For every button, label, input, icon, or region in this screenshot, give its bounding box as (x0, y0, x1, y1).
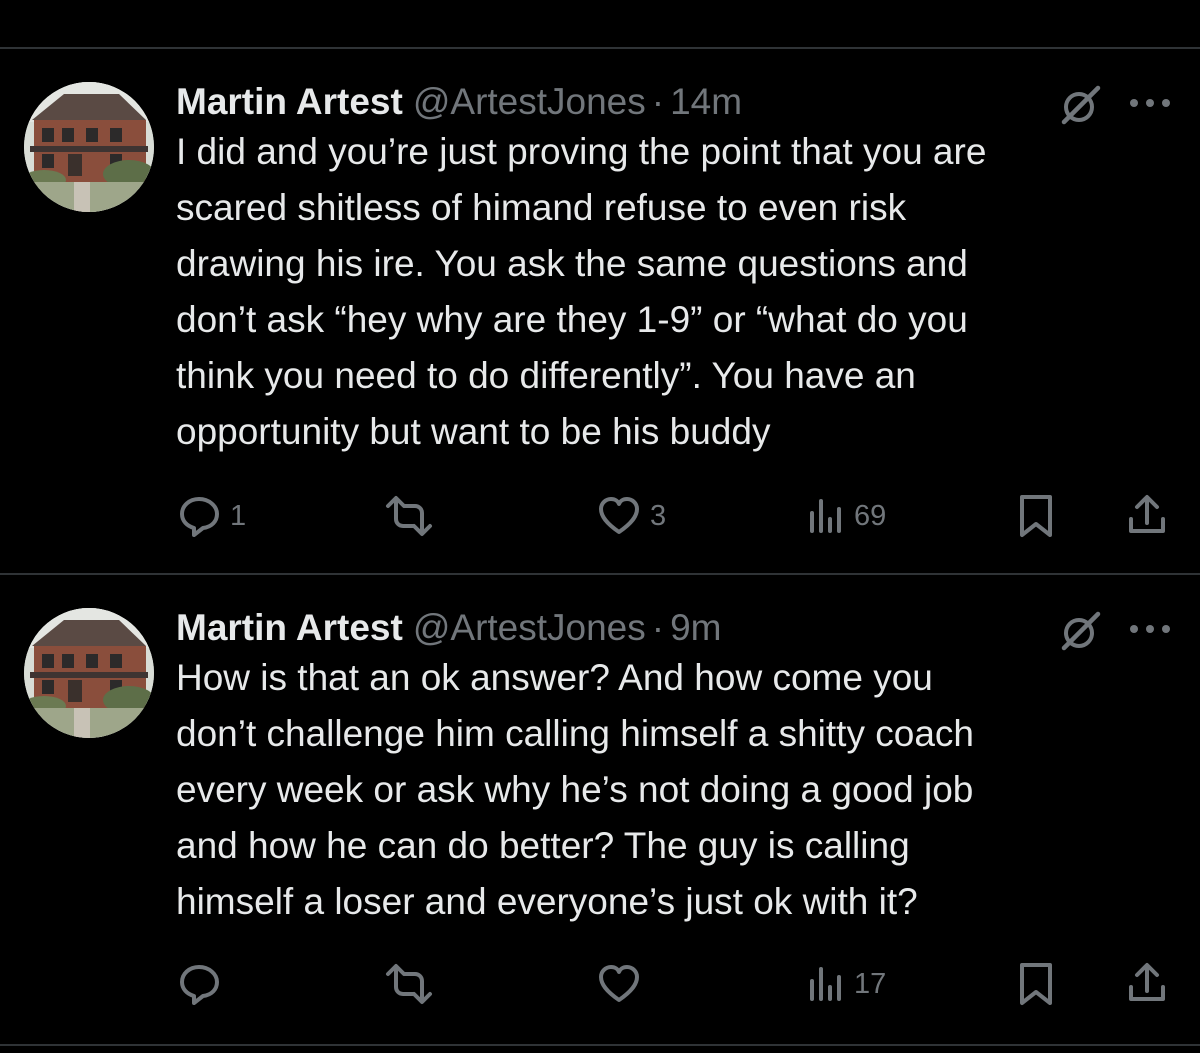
views-count: 69 (854, 499, 887, 532)
like-icon (599, 965, 639, 1002)
tweet-text-line: How is that an ok answer? And how come y… (176, 657, 933, 698)
tweet-text-line: don’t challenge him calling himself a sh… (176, 713, 974, 754)
tweet-text: How is that an ok answer? And how come y… (176, 650, 1176, 930)
reply-icon (180, 965, 219, 1005)
tweet-text-line: think you need to do differently”. You h… (176, 355, 916, 396)
tweet[interactable]: Martin Artest @ArtestJones · 9m How is t… (0, 604, 1200, 1024)
tweet-text-line: opportunity but want to be his buddy (176, 411, 771, 452)
bookmark-button[interactable] (1016, 491, 1056, 541)
repost-button[interactable] (384, 959, 442, 1009)
reply-button[interactable]: 1 (176, 491, 246, 541)
tweet-text-line: himself a loser and everyone’s just ok w… (176, 881, 918, 922)
reply-icon (180, 497, 219, 537)
repost-button[interactable] (384, 491, 442, 541)
share-button[interactable] (1126, 491, 1168, 541)
like-icon (599, 497, 639, 534)
author-handle[interactable]: @ArtestJones (413, 607, 646, 649)
views-button[interactable]: 17 (806, 959, 886, 1009)
views-icon (810, 967, 841, 1001)
timestamp[interactable]: 9m (670, 607, 721, 649)
tweet-header: Martin Artest @ArtestJones · 14m (176, 78, 742, 126)
divider (0, 573, 1200, 575)
tweet-text-line: drawing his ire. You ask the same questi… (176, 243, 968, 284)
avatar[interactable] (24, 608, 154, 738)
tweet-text-line: don’t ask “hey why are they 1-9” or “wha… (176, 299, 968, 340)
tweet-actions: 17 (0, 959, 1200, 1009)
grok-icon[interactable] (1058, 608, 1104, 654)
bookmark-button[interactable] (1016, 959, 1056, 1009)
share-button[interactable] (1126, 959, 1168, 1009)
more-icon[interactable] (1126, 622, 1174, 636)
timeline-feed: Martin Artest @ArtestJones · 14m I did a… (0, 0, 1200, 1053)
tweet-text-line: scared shitless of himand refuse to even… (176, 187, 907, 228)
grok-icon[interactable] (1058, 82, 1104, 128)
tweet[interactable]: Martin Artest @ArtestJones · 14m I did a… (0, 78, 1200, 558)
repost-icon (386, 964, 432, 1004)
timestamp[interactable]: 14m (670, 81, 742, 123)
avatar-house-image (24, 608, 154, 738)
author-handle[interactable]: @ArtestJones (413, 81, 646, 123)
more-icon[interactable] (1126, 96, 1174, 110)
share-icon (1129, 963, 1165, 1001)
reply-button[interactable] (176, 959, 230, 1009)
tweet-text: I did and you’re just proving the point … (176, 124, 1176, 460)
views-button[interactable]: 69 (806, 491, 886, 541)
avatar[interactable] (24, 82, 154, 212)
like-button[interactable] (596, 959, 650, 1009)
separator-dot: · (651, 81, 665, 122)
tweet-header: Martin Artest @ArtestJones · 9m (176, 604, 722, 652)
bookmark-icon (1020, 495, 1052, 537)
tweet-text-line: I did and you’re just proving the point … (176, 131, 987, 172)
author-name[interactable]: Martin Artest (176, 607, 403, 649)
like-button[interactable]: 3 (596, 491, 666, 541)
tweet-text-line: and how he can do better? The guy is cal… (176, 825, 910, 866)
like-count: 3 (650, 499, 667, 532)
views-count: 17 (854, 967, 887, 1000)
bookmark-icon (1020, 963, 1052, 1005)
tweet-text-line: every week or ask why he’s not doing a g… (176, 769, 974, 810)
divider (0, 1044, 1200, 1046)
views-icon (810, 499, 841, 533)
reply-count: 1 (230, 499, 247, 532)
share-icon (1129, 495, 1165, 533)
avatar-house-image (24, 82, 154, 212)
divider (0, 47, 1200, 49)
tweet-actions: 1 3 69 (0, 491, 1200, 541)
author-name[interactable]: Martin Artest (176, 81, 403, 123)
repost-icon (386, 496, 432, 536)
separator-dot: · (651, 607, 665, 648)
